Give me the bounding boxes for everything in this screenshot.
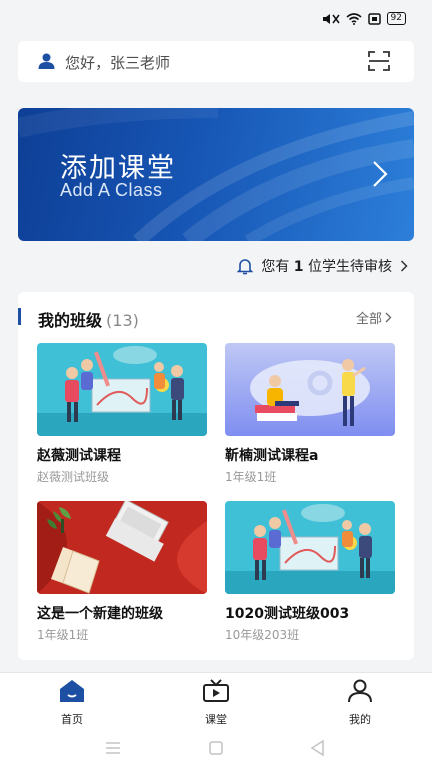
class-card[interactable]: 1020测试班级003 10年级203班 xyxy=(225,501,395,643)
tab-label: 我的 xyxy=(349,713,371,726)
my-classes-panel: 我的班级 (13) 全部 赵薇测试课程 赵薇测试班级 靳楠测试课程a 1年级1班… xyxy=(18,292,414,660)
class-name: 1020测试班级003 xyxy=(225,606,350,622)
system-nav-bar xyxy=(0,730,432,768)
banner-subtitle: Add A Class xyxy=(60,180,163,200)
class-subtitle: 1年级1班 xyxy=(225,470,277,484)
class-name: 这是一个新建的班级 xyxy=(37,606,163,622)
tab-label: 首页 xyxy=(61,713,83,726)
class-card[interactable]: 这是一个新建的班级 1年级1班 xyxy=(37,501,207,643)
status-icons: 92 xyxy=(322,12,406,25)
class-thumbnail xyxy=(37,343,207,436)
greeting-text: 您好，张三老师 xyxy=(65,54,171,72)
class-subtitle: 1年级1班 xyxy=(37,628,89,642)
notice-text: 您有 1 位学生待审核 xyxy=(261,259,392,275)
section-title: 我的班级 (13) xyxy=(38,311,139,330)
bottom-tab-bar: 首页 课堂 我的 xyxy=(0,672,432,730)
battery-indicator: 92 xyxy=(386,12,406,25)
scan-icon[interactable] xyxy=(368,51,390,71)
class-thumbnail xyxy=(37,501,207,594)
wifi-icon xyxy=(346,12,362,25)
menu-icon[interactable] xyxy=(104,741,122,755)
chevron-right-icon xyxy=(385,312,392,323)
tab-classroom[interactable]: 课堂 xyxy=(186,679,246,727)
pending-review-notice[interactable]: 您有 1 位学生待审核 xyxy=(237,256,408,276)
back-icon[interactable] xyxy=(309,739,325,757)
class-subtitle: 赵薇测试班级 xyxy=(37,470,110,484)
greeting-card: 您好，张三老师 xyxy=(18,41,414,82)
section-accent-bar xyxy=(18,308,21,325)
tab-label: 课堂 xyxy=(205,713,227,726)
home-icon xyxy=(60,680,84,702)
chevron-right-icon xyxy=(400,260,408,272)
tv-icon xyxy=(203,679,229,702)
user-icon xyxy=(38,53,55,69)
class-card[interactable]: 赵薇测试课程 赵薇测试班级 xyxy=(37,343,207,485)
home-square-icon[interactable] xyxy=(208,740,224,756)
view-all-link[interactable]: 全部 xyxy=(356,308,392,327)
tab-profile[interactable]: 我的 xyxy=(330,679,390,727)
class-card[interactable]: 靳楠测试课程a 1年级1班 xyxy=(225,343,395,485)
chevron-right-icon xyxy=(373,161,388,187)
class-thumbnail xyxy=(225,343,395,436)
person-icon xyxy=(348,679,372,703)
class-name: 靳楠测试课程a xyxy=(225,448,319,464)
class-count: (13) xyxy=(106,311,139,330)
add-class-banner[interactable]: 添加课堂 Add A Class xyxy=(18,108,414,241)
bell-icon xyxy=(237,259,254,275)
class-name: 赵薇测试课程 xyxy=(37,448,121,464)
class-thumbnail xyxy=(225,501,395,594)
class-subtitle: 10年级203班 xyxy=(225,628,300,642)
pending-count: 1 xyxy=(293,259,304,275)
mute-icon xyxy=(322,13,340,24)
status-bar: 92 xyxy=(0,0,432,32)
tab-home[interactable]: 首页 xyxy=(42,679,102,727)
sim-icon xyxy=(367,12,381,25)
